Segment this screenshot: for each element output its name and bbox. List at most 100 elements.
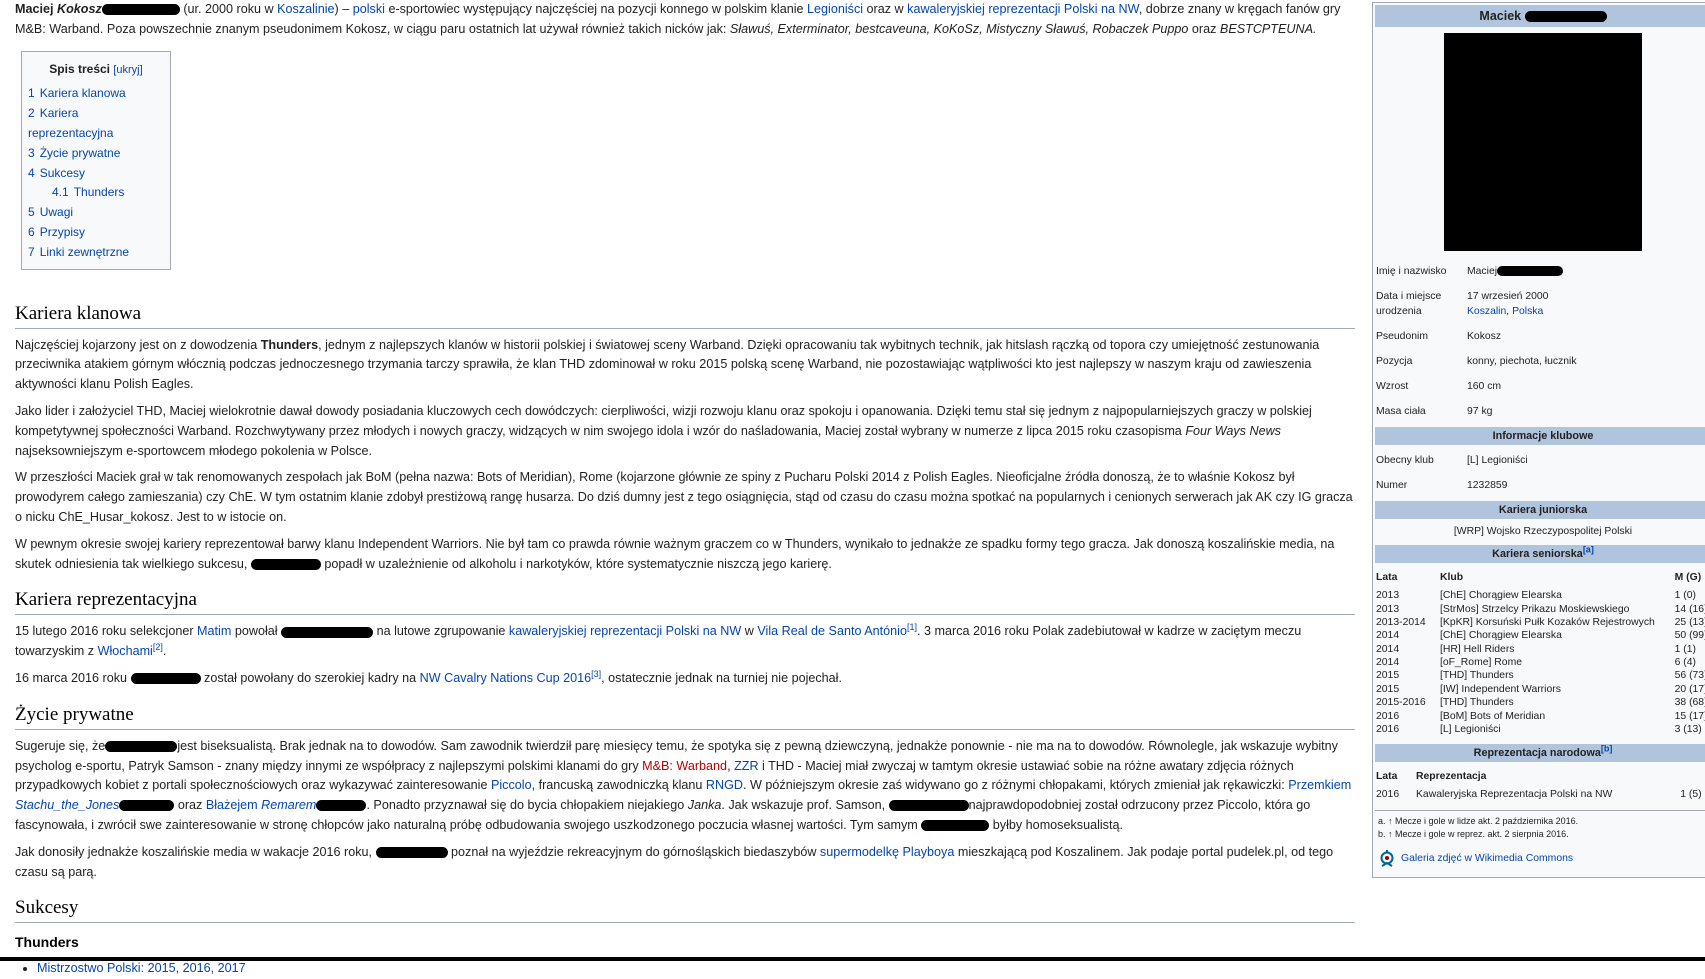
infobox: Maciek Imię i nazwisko Maciej Data i mie… — [1372, 2, 1705, 878]
link-legionisci[interactable]: Legioniści — [807, 2, 863, 16]
klan-paragraph-4: W pewnym okresie swojej kariery reprezen… — [15, 536, 1335, 571]
link-blazejem[interactable]: Błażejem — [206, 798, 258, 812]
link-wlochami[interactable]: Włochami — [98, 644, 153, 658]
national-team-table: Lata Reprezentacja 2016 Kawaleryjska Repr… — [1373, 765, 1705, 801]
link-rngd[interactable]: RNGD — [706, 778, 743, 792]
subject-name: Maciej — [15, 2, 54, 16]
sukcesy-list: Mistrzostwo Polski: 2015, 2016, 2017 — [15, 959, 1355, 979]
link-national-team-2[interactable]: kawaleryjskiej reprezentacji Polski na N… — [509, 624, 741, 638]
klan-paragraph-1: Najczęściej kojarzony jest on z dowodzen… — [15, 337, 1320, 392]
senior-career-table: Lata Klub M (G) 2013 [ChE] Chorągiew Elea… — [1373, 566, 1705, 736]
rep-paragraph-1: 15 lutego 2016 roku selekcjoner Matim po… — [15, 622, 1302, 659]
senior-career-header: Kariera seniorska[a] — [1375, 545, 1705, 563]
heading-sukcesy: Sukcesy — [15, 896, 1355, 924]
table-row: 2016 [BoM] Bots of Meridian 15 (17) — [1376, 710, 1705, 722]
bottom-border — [0, 957, 1705, 961]
redacted-surname — [1524, 11, 1607, 23]
toc-toggle-button[interactable]: [ukryj] — [113, 64, 142, 76]
toc-item-uwagi[interactable]: 5 Uwagi — [28, 203, 164, 223]
subject-nick: Kokosz — [57, 2, 102, 16]
table-of-contents: Spis treści [ukryj] 1 Kariera klanowa 2 Ka… — [21, 50, 171, 270]
infobox-row-nick: Pseudonim Kokosz — [1376, 331, 1502, 342]
list-item: Mistrzostwo Polski: 2015, 2016, 2017 — [37, 959, 1355, 979]
toc-item-zycie-prywatne[interactable]: 3 Życie prywatne — [28, 144, 164, 164]
link-mistrzostwo[interactable]: Mistrzostwo Polski: 2015, 2016, 2017 — [37, 961, 246, 975]
link-polski[interactable]: polski — [353, 2, 385, 16]
ref-1-link[interactable]: [1] — [907, 622, 917, 632]
heading-kariera-reprezentacyjna: Kariera reprezentacyjna — [15, 588, 1355, 616]
wikimedia-commons-icon — [1379, 849, 1395, 869]
redacted-name — [130, 673, 201, 685]
infobox-row-position: Pozycja konny, piechota, łucznik — [1376, 356, 1577, 367]
table-row: 2014 [ChE] Chorągiew Elearska 50 (99) — [1376, 630, 1705, 642]
link-przemkiem[interactable]: Przemkiem — [1288, 778, 1351, 792]
toc-item-linki-zewnetrzne[interactable]: 7 Linki zewnętrzne — [28, 243, 164, 263]
redacted-surname — [1497, 266, 1564, 277]
link-supermodel[interactable]: supermodelkę Playboya — [820, 845, 954, 859]
infobox-row-birth: Data i miejsce urodzenia 17 wrzesień 200… — [1376, 291, 1549, 317]
infobox-row-club: Obecny klub [L] Legioniści — [1376, 455, 1528, 466]
link-remarem[interactable]: Remarem — [261, 798, 316, 812]
toc-item-przypisy[interactable]: 6 Przypisy — [28, 223, 164, 243]
ref-2-link[interactable]: [2] — [153, 642, 163, 652]
junior-career-value: [WRP] Wojsko Rzeczypospolitej Polski — [1453, 526, 1633, 537]
ref-3-link[interactable]: [3] — [591, 669, 601, 679]
redacted-name — [281, 626, 374, 638]
redacted-surname — [101, 4, 180, 16]
table-row: 2015 [THD] Thunders 56 (73) — [1376, 670, 1705, 682]
infobox-row-weight: Masa ciała 97 kg — [1376, 406, 1493, 417]
klan-paragraph-3: W przeszłości Maciek grał w tak renomowa… — [15, 470, 1353, 524]
club-info-header: Informacje klubowe — [1375, 427, 1705, 445]
rep-paragraph-2: 16 marca 2016 roku został powołany do sz… — [15, 668, 842, 685]
zycie-paragraph-1: Sugeruje się, że jest biseksualistą. Brak… — [15, 738, 1352, 832]
link-national-team[interactable]: kawaleryjskiej reprezentacji Polski na N… — [907, 2, 1139, 16]
link-koszalin-infobox[interactable]: Koszalin — [1467, 306, 1506, 317]
table-row: 2015 [IW] Independent Warriors 20 (17) — [1376, 683, 1705, 695]
redacted-name — [375, 846, 448, 858]
redacted-name — [921, 820, 990, 832]
redacted-name — [888, 800, 969, 812]
table-row: 2013 [ChE] Chorągiew Elearska 1 (0) — [1376, 590, 1696, 602]
note-a-link[interactable]: [a] — [1583, 544, 1594, 554]
table-row: 2014 [HR] Hell Riders 1 (1) — [1376, 643, 1696, 655]
nick-list: Sławuś, Exterminator, bestcaveuna, KoKoS… — [729, 21, 1189, 36]
toc-title: Spis treści [ukryj] — [49, 61, 143, 76]
link-koszalin[interactable]: Koszalinie — [277, 2, 334, 16]
article-content: Maciej Kokosz (ur. 2000 roku w Koszalini… — [15, 0, 1355, 979]
redacted-name — [250, 558, 321, 570]
note-b-link[interactable]: [b] — [1601, 744, 1613, 754]
infobox-title: Maciek — [1375, 5, 1705, 27]
portrait-image[interactable] — [1444, 33, 1642, 251]
toc-item-kariera-reprezentacyjna[interactable]: 2 Kariera reprezentacyjna — [28, 104, 164, 144]
national-team-header: Reprezentacja narodowa[b] — [1375, 744, 1705, 763]
infobox-notes: a. ↑ Mecze i gole w lidze akt. 2 paździe… — [1375, 809, 1705, 845]
table-row: 2016 [L] Legioniści 3 (13) — [1376, 723, 1702, 735]
link-stachu[interactable]: Stachu_the_Jones — [15, 798, 119, 812]
link-matim[interactable]: Matim — [197, 624, 231, 638]
intro-paragraph: Maciej Kokosz (ur. 2000 roku w Koszalini… — [15, 2, 1341, 36]
link-cavalry-cup[interactable]: NW Cavalry Nations Cup 2016 — [420, 671, 592, 685]
table-row: 2013-2014 [KpKR] Korsuński Pułk Kozaków R… — [1376, 616, 1705, 628]
table-row: 2013 [StrMos] Strzelcy Prikazu Moskiewski… — [1376, 603, 1705, 615]
table-row: 2014 [oF_Rome] Rome 6 (4) — [1376, 657, 1696, 669]
infobox-row-number: Numer 1232859 — [1376, 480, 1508, 491]
table-row: 2015-2016 [THD] Thunders 38 (68) — [1376, 697, 1705, 709]
toc-item-sukcesy[interactable]: 4 Sukcesy — [28, 164, 164, 184]
link-commons-gallery[interactable]: Galeria zdjęć w Wikimedia Commons — [1401, 853, 1573, 864]
infobox-row-name: Imię i nazwisko Maciej — [1373, 259, 1705, 284]
nick-last: BESTCPTEUNA. — [1219, 21, 1317, 36]
link-vila-real[interactable]: Vila Real de Santo António — [757, 624, 907, 638]
redacted-name — [119, 800, 175, 812]
toc-item-thunders[interactable]: 4.1 Thunders — [28, 183, 164, 203]
link-piccolo[interactable]: Piccolo — [491, 778, 532, 792]
commons-link-row: Galeria zdjęć w Wikimedia Commons — [1373, 845, 1705, 877]
zycie-paragraph-2: Jak donosiły jednakże koszalińskie media… — [15, 844, 1334, 879]
link-polska-infobox[interactable]: Polska — [1512, 306, 1543, 317]
toc-item-kariera-klanowa[interactable]: 1 Kariera klanowa — [28, 84, 164, 104]
link-mb-warband[interactable]: M&B: Warband — [642, 759, 727, 773]
link-zzr[interactable]: ZZR — [734, 759, 758, 773]
redacted-name — [316, 800, 367, 812]
heading-zycie-prywatne: Życie prywatne — [15, 703, 1355, 730]
heading-thunders: Thunders — [15, 934, 79, 951]
redacted-name — [105, 740, 178, 752]
